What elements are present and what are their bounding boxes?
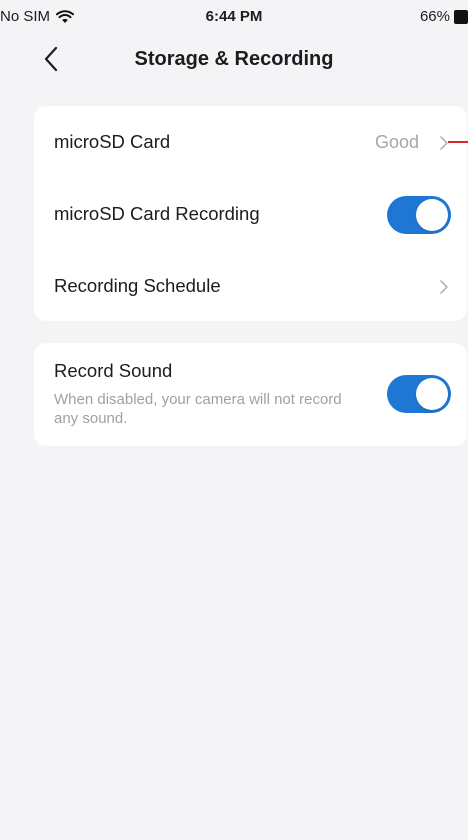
chevron-right-icon	[440, 136, 448, 150]
microsd-status-value: Good	[374, 132, 419, 152]
record-sound-toggle[interactable]	[387, 375, 451, 413]
record-sound-description: When disabled, your camera will not reco…	[54, 391, 342, 427]
navigation-bar: Storage & Recording	[0, 36, 468, 84]
microsd-recording-label: microSD Card Recording	[54, 203, 260, 224]
microsd-card-row[interactable]: microSD Card Good	[34, 106, 467, 178]
status-bar: No SIM 6:44 PM 66%	[0, 0, 468, 36]
record-sound-card: Record Sound When disabled, your camera …	[34, 343, 467, 446]
status-left: No SIM	[0, 8, 75, 25]
status-right: 66%	[420, 8, 468, 25]
toggle-knob	[416, 199, 448, 231]
chevron-right-icon	[440, 280, 448, 294]
storage-settings-card: microSD Card Good microSD Card Recording…	[34, 106, 467, 321]
microsd-recording-toggle[interactable]	[387, 196, 451, 234]
microsd-recording-row: microSD Card Recording	[34, 178, 467, 250]
page-title: Storage & Recording	[134, 48, 334, 70]
toggle-knob	[416, 378, 448, 410]
battery-percent: 66%	[419, 8, 450, 25]
microsd-card-label: microSD Card	[54, 131, 171, 152]
wifi-icon	[56, 9, 75, 23]
recording-schedule-row[interactable]: Recording Schedule	[34, 250, 467, 321]
red-indicator-line	[448, 141, 468, 143]
record-sound-label: Record Sound	[54, 360, 173, 381]
carrier-label: No SIM	[0, 8, 51, 25]
recording-schedule-label: Recording Schedule	[54, 275, 221, 296]
battery-icon	[454, 9, 468, 24]
